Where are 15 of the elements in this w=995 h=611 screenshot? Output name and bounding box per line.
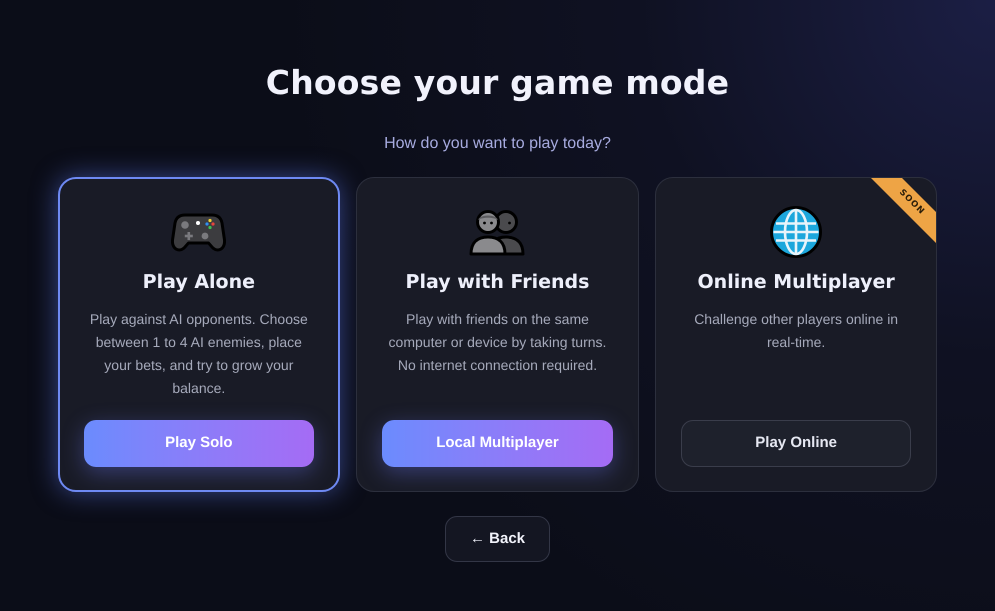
card-title: Online Multiplayer: [698, 270, 895, 295]
subtitle: How do you want to play today?: [384, 134, 611, 154]
card-description: Play against AI opponents. Choose between 1 to 4 AI enemies, place your bets, and try to grow your balance.: [88, 310, 309, 398]
gamepad-icon: [170, 212, 228, 252]
play-button[interactable]: Play Online: [680, 420, 912, 467]
globe-icon: [769, 205, 824, 259]
back-button[interactable]: ← Back: [444, 516, 550, 562]
page-title: Choose your game mode: [266, 62, 730, 104]
mode-card[interactable]: Play with Friends Play with friends on the same computer or device by taking turns. No internet connection required. Local Multiplayer: [356, 177, 639, 492]
card-title: Play with Friends: [406, 270, 590, 295]
mode-card[interactable]: Play Alone Play against AI opponents. Choose between 1 to 4 AI enemies, place your bets, and try to grow your balance. Play Solo: [58, 177, 340, 492]
card-description: Challenge other players online in real-time.: [693, 310, 900, 352]
card-title: Play Alone: [142, 270, 255, 295]
two-people-icon: [468, 207, 526, 257]
card-description: Play with friends on the same computer or device by taking turns. No internet connection required.: [388, 310, 608, 375]
